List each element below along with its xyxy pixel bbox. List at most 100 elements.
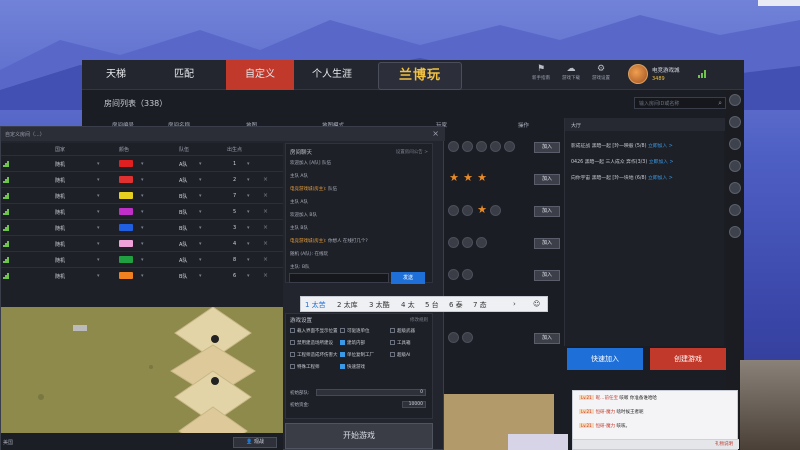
color-swatch[interactable]: [119, 192, 133, 199]
color-swatch[interactable]: [119, 176, 133, 183]
avatar[interactable]: [628, 64, 648, 84]
create-game-button[interactable]: 创建游戏: [650, 348, 726, 370]
country-select[interactable]: 随机: [55, 273, 65, 280]
join-room-button[interactable]: 加入: [534, 270, 560, 281]
initial-funds-field[interactable]: 10000: [402, 401, 426, 408]
send-button[interactable]: 发送: [391, 272, 425, 284]
option-checkbox[interactable]: 载入界面不显示位置: [290, 328, 338, 334]
join-room-button[interactable]: 加入: [534, 142, 560, 153]
color-swatch[interactable]: [119, 240, 133, 247]
gift-button[interactable]: 礼物说明: [715, 441, 733, 447]
team-select[interactable]: B队: [179, 193, 187, 200]
option-checkbox[interactable]: 特殊工程师: [290, 364, 320, 370]
join-link[interactable]: 立即加入 >: [648, 176, 673, 181]
team-select[interactable]: B队: [179, 225, 187, 232]
table-row: 随机 ▾ ▾ A队 ▾ 8 ▾ ×: [1, 251, 283, 267]
join-room-button[interactable]: 加入: [534, 206, 560, 217]
spawn-select[interactable]: 8: [233, 257, 236, 263]
room-notice-link[interactable]: 设置房间公告 >: [396, 149, 428, 155]
country-select[interactable]: 随机: [55, 177, 65, 184]
color-swatch[interactable]: [119, 256, 133, 263]
close-icon[interactable]: ×: [263, 272, 268, 279]
download-button[interactable]: ☁ 游戏下载: [558, 63, 584, 81]
spawn-select[interactable]: 2: [233, 177, 236, 183]
option-checkbox[interactable]: 单位复制工厂: [340, 352, 374, 358]
edit-rules-link[interactable]: 修改规则: [410, 317, 428, 323]
option-checkbox[interactable]: 超级武器: [390, 328, 415, 334]
avatar[interactable]: [729, 204, 741, 216]
spawn-select[interactable]: 1: [233, 161, 236, 167]
avatar[interactable]: [729, 138, 741, 150]
option-checkbox[interactable]: 快速游戏: [340, 364, 365, 370]
initial-units-field[interactable]: 0: [316, 389, 426, 396]
option-checkbox[interactable]: 建筑内部: [340, 340, 365, 346]
avatar[interactable]: [729, 94, 741, 106]
map-preview[interactable]: [1, 307, 283, 435]
nav-tab-match[interactable]: 匹配: [150, 60, 218, 90]
close-icon[interactable]: ×: [263, 240, 268, 247]
ime-candidate[interactable]: 4 太: [401, 300, 415, 310]
room-search-input[interactable]: 输入房间ID或名称 ⌕: [634, 97, 726, 109]
team-select[interactable]: B队: [179, 273, 187, 280]
nav-tab-custom[interactable]: 自定义: [226, 60, 294, 90]
join-link[interactable]: 立即加入 >: [648, 144, 673, 149]
ime-candidate[interactable]: 7 态: [473, 300, 487, 310]
country-select[interactable]: 随机: [55, 193, 65, 200]
color-swatch[interactable]: [119, 208, 133, 215]
country-select[interactable]: 随机: [55, 257, 65, 264]
close-icon[interactable]: ×: [263, 224, 268, 231]
spawn-select[interactable]: 6: [233, 273, 236, 279]
team-select[interactable]: A队: [179, 177, 187, 184]
room-chat-input[interactable]: [289, 273, 389, 283]
team-select[interactable]: A队: [179, 241, 187, 248]
spawn-select[interactable]: 4: [233, 241, 236, 247]
avatar[interactable]: [729, 182, 741, 194]
guide-button[interactable]: ⚑ 新手指南: [528, 63, 554, 81]
close-icon[interactable]: ×: [263, 176, 268, 183]
color-swatch[interactable]: [119, 224, 133, 231]
ime-candidate[interactable]: 1 太苦: [305, 300, 326, 310]
nav-tab-ladder[interactable]: 天梯: [82, 60, 150, 90]
team-select[interactable]: B队: [179, 209, 187, 216]
join-room-button[interactable]: 加入: [534, 238, 560, 249]
avatar[interactable]: [729, 160, 741, 172]
option-checkbox[interactable]: 可驱逐单位: [340, 328, 370, 334]
emoji-icon[interactable]: ☺: [533, 300, 540, 308]
team-select[interactable]: A队: [179, 161, 187, 168]
spawn-select[interactable]: 7: [233, 193, 236, 199]
ime-candidate[interactable]: 6 泰: [449, 300, 463, 310]
color-swatch[interactable]: [119, 272, 133, 279]
ime-candidate[interactable]: 2 太库: [337, 300, 358, 310]
ime-candidate[interactable]: 5 台: [425, 300, 439, 310]
checkbox-icon: [340, 352, 345, 357]
observe-button[interactable]: 👤 观战: [233, 437, 277, 448]
chevron-right-icon[interactable]: ›: [513, 300, 516, 308]
close-icon[interactable]: ×: [263, 256, 268, 263]
settings-button[interactable]: ⚙ 游戏设置: [588, 63, 614, 81]
close-icon[interactable]: ×: [263, 192, 268, 199]
nav-tab-career[interactable]: 个人生涯: [298, 60, 366, 90]
option-checkbox[interactable]: 工具箱: [390, 340, 411, 346]
option-checkbox[interactable]: 工程师造成坏伤害大: [290, 352, 338, 358]
join-link[interactable]: 立即加入 >: [649, 160, 674, 165]
country-select[interactable]: 随机: [55, 161, 65, 168]
start-game-button[interactable]: 开始游戏: [285, 423, 433, 449]
option-checkbox[interactable]: 超级AI: [390, 352, 410, 358]
country-select[interactable]: 随机: [55, 209, 65, 216]
avatar[interactable]: [729, 226, 741, 238]
spawn-select[interactable]: 3: [233, 225, 236, 231]
option-checkbox[interactable]: 禁用建造场所建设: [290, 340, 333, 346]
ime-candidate[interactable]: 3 太酷: [369, 300, 390, 310]
country-select[interactable]: 随机: [55, 241, 65, 248]
chevron-down-icon: ▾: [199, 241, 202, 247]
team-select[interactable]: A队: [179, 257, 187, 264]
quick-join-button[interactable]: 快速加入: [567, 348, 643, 370]
join-room-button[interactable]: 加入: [534, 333, 560, 344]
close-icon[interactable]: ×: [432, 129, 439, 138]
close-icon[interactable]: ×: [263, 208, 268, 215]
country-select[interactable]: 随机: [55, 225, 65, 232]
join-room-button[interactable]: 加入: [534, 174, 560, 185]
avatar[interactable]: [729, 116, 741, 128]
spawn-select[interactable]: 5: [233, 209, 236, 215]
color-swatch[interactable]: [119, 160, 133, 167]
